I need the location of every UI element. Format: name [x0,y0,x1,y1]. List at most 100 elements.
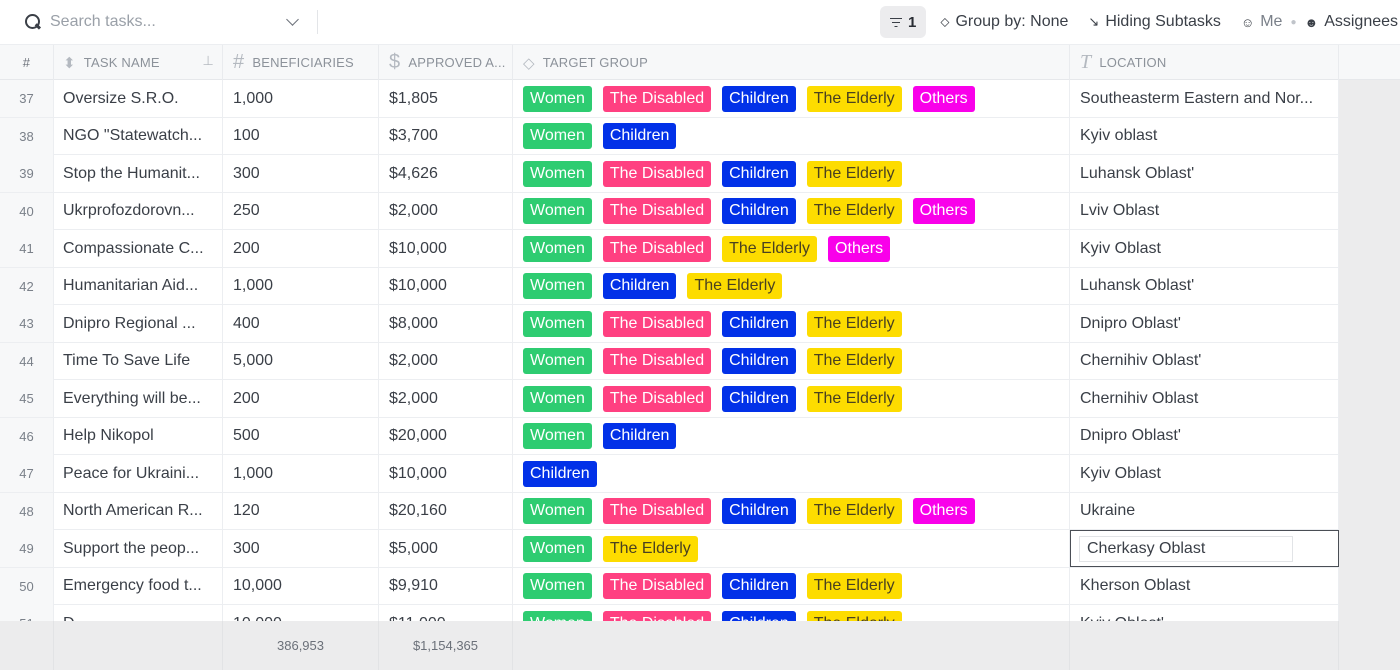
tag-women[interactable]: Women [523,348,592,374]
target-group-cell[interactable]: Women The Disabled Children The Elderly [513,155,1070,192]
beneficiaries-cell[interactable]: 300 [223,155,379,192]
tag-the-elderly[interactable]: The Elderly [806,310,902,337]
approved-amount-cell[interactable]: $20,160 [379,492,513,530]
tag-the-elderly[interactable]: The Elderly [602,535,698,562]
search-input[interactable] [50,13,270,31]
location-input[interactable]: Cherkasy Oblast [1079,535,1293,562]
tag-women[interactable]: Women [523,498,592,524]
beneficiaries-cell[interactable]: 1,000 [223,80,379,117]
column-header-approved-amount[interactable]: $ Approved A... [379,45,513,80]
approved-amount-cell[interactable]: $2,000 [379,380,513,417]
tag-the-disabled[interactable]: The Disabled [602,310,712,337]
tag-the-disabled[interactable]: The Disabled [602,498,712,524]
location-cell[interactable]: Kyiv oblast [1070,117,1339,155]
task-name-cell[interactable]: NGO "Statewatch... [54,117,223,155]
target-group-cell[interactable]: Women The Disabled The Elderly Others [513,230,1070,267]
tag-the-elderly[interactable]: The Elderly [806,160,902,187]
task-name-cell[interactable]: Oversize S.R.O. [54,80,223,117]
table-row[interactable]: 49 Support the peop... 300 $5,000 Women The E… [0,530,1339,568]
approved-amount-cell[interactable]: $8,000 [379,305,513,342]
target-group-cell[interactable]: Women Children The Elderly [513,267,1070,305]
target-group-cell[interactable]: Women The Disabled Children The Elderly [513,380,1070,417]
beneficiaries-cell[interactable]: 500 [223,417,379,455]
approved-amount-cell[interactable]: $4,626 [379,155,513,192]
location-cell[interactable]: Southeasterm Eastern and Nor... [1070,80,1339,117]
tag-children[interactable]: Children [602,123,677,149]
task-name-cell[interactable]: Help Nikopol [54,417,223,455]
approved-amount-cell[interactable]: $10,000 [379,267,513,305]
task-name-cell[interactable]: Ukrprofozdorovn... [54,192,223,230]
beneficiaries-total[interactable]: 386,953 [223,621,379,670]
tag-women[interactable]: Women [523,85,592,112]
location-cell[interactable]: Luhansk Oblast' [1070,155,1339,192]
column-header-location[interactable]: T Location [1070,45,1339,80]
tag-the-elderly[interactable]: The Elderly [806,610,902,621]
approved-amount-cell[interactable]: $10,000 [379,230,513,267]
table-row[interactable]: 41 Compassionate C... 200 $10,000 Women The D… [0,230,1339,268]
task-name-cell[interactable]: North American R... [54,492,223,530]
table-row[interactable]: 51D...10,000$11,000 Women The Disabled Chil… [0,605,1339,621]
tag-others[interactable]: Others [912,498,975,524]
beneficiaries-cell[interactable]: 10,000 [223,605,379,621]
task-name-cell[interactable]: Emergency food t... [54,567,223,605]
beneficiaries-cell[interactable]: 200 [223,230,379,267]
task-name-cell[interactable]: Peace for Ukraini... [54,455,223,492]
target-group-cell[interactable]: Children [513,455,1070,492]
approved-amount-cell[interactable]: $3,700 [379,117,513,155]
approved-amount-cell[interactable]: $11,000 [379,605,513,621]
table-row[interactable]: 47 Peace for Ukraini... 1,000 $10,000 Childr… [0,455,1339,493]
tag-the-disabled[interactable]: The Disabled [602,610,712,621]
tag-the-disabled[interactable]: The Disabled [602,160,712,187]
tag-women[interactable]: Women [523,198,592,224]
task-name-cell[interactable]: Humanitarian Aid... [54,267,223,305]
location-cell[interactable]: Lviv Oblast [1070,192,1339,230]
column-header-beneficiaries[interactable]: # Beneficiaries [223,45,379,80]
location-cell[interactable]: Ukraine [1070,492,1339,530]
approved-amount-cell[interactable]: $2,000 [379,192,513,230]
pin-icon[interactable]: ⊥ [202,53,214,69]
tag-children[interactable]: Children [722,385,796,412]
column-header-target-group[interactable]: ◇ Target Group [513,45,1070,80]
tag-children[interactable]: Children [722,498,796,524]
table-row[interactable]: 48 North American R... 120 $20,160 Women The … [0,492,1339,530]
target-group-cell[interactable]: Women The Disabled Children The Elderly [513,305,1070,342]
table-row[interactable]: 46 Help Nikopol 500 $20,000 Women Children Dni… [0,417,1339,455]
tag-the-elderly[interactable]: The Elderly [722,235,818,262]
me-button[interactable]: ☺ Me [1241,13,1283,31]
subtasks-button[interactable]: ↘ Hiding Subtasks [1088,13,1221,31]
task-name-cell[interactable]: Support the peop... [54,530,223,567]
tag-others[interactable]: Others [828,235,891,262]
tag-the-elderly[interactable]: The Elderly [806,85,902,112]
beneficiaries-cell[interactable]: 300 [223,530,379,567]
tag-women[interactable]: Women [523,423,592,449]
location-cell[interactable]: Kyiv Oblast [1070,230,1339,267]
target-group-cell[interactable]: Women The Disabled Children The Elderly [513,342,1070,380]
location-cell[interactable]: Dnipro Oblast' [1070,305,1339,342]
tag-others[interactable]: Others [912,198,975,224]
chevron-down-icon[interactable] [286,14,300,28]
location-cell[interactable]: Chernihiv Oblast [1070,380,1339,417]
beneficiaries-cell[interactable]: 250 [223,192,379,230]
tag-children[interactable]: Children [602,273,677,299]
location-cell-editing[interactable]: Cherkasy Oblast [1070,530,1339,567]
tag-the-disabled[interactable]: The Disabled [602,573,712,599]
tag-the-disabled[interactable]: The Disabled [602,85,712,112]
tag-women[interactable]: Women [523,123,592,149]
tag-women[interactable]: Women [523,273,592,299]
table-row[interactable]: 43 Dnipro Regional ... 400 $8,000 Women The D… [0,305,1339,343]
beneficiaries-cell[interactable]: 10,000 [223,567,379,605]
target-group-cell[interactable]: Women Children [513,117,1070,155]
table-row[interactable]: 44 Time To Save Life 5,000 $2,000 Women The D… [0,342,1339,380]
tag-women[interactable]: Women [523,610,592,621]
table-row[interactable]: 42 Humanitarian Aid... 1,000 $10,000 Women Ch… [0,267,1339,305]
task-name-cell[interactable]: Dnipro Regional ... [54,305,223,342]
task-name-cell[interactable]: Compassionate C... [54,230,223,267]
approved-amount-cell[interactable]: $1,805 [379,80,513,117]
tag-the-elderly[interactable]: The Elderly [687,273,783,299]
column-header-task-name[interactable]: ⬍ Task Name ⊥ [54,45,223,80]
table-row[interactable]: 45 Everything will be... 200 $2,000 Women The… [0,380,1339,418]
tag-children[interactable]: Children [722,160,796,187]
beneficiaries-cell[interactable]: 1,000 [223,455,379,492]
table-row[interactable]: 38 NGO "Statewatch... 100 $3,700 Women Childr… [0,117,1339,155]
approved-amount-cell[interactable]: $2,000 [379,342,513,380]
